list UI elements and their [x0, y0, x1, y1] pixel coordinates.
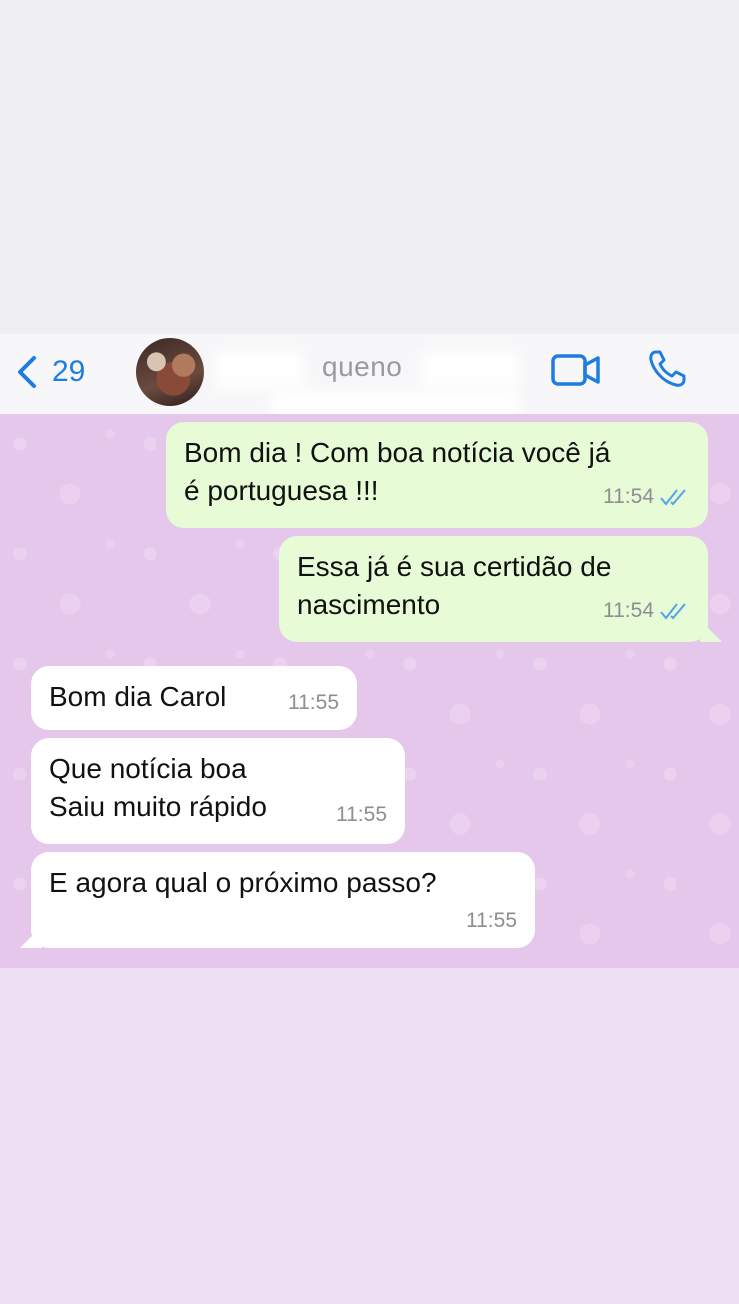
incoming-message[interactable]: E agora qual o próximo passo? 11:55 — [31, 852, 535, 948]
unread-count: 29 — [52, 355, 86, 388]
read-ticks-icon — [660, 489, 686, 506]
message-time-status: 11:54 — [603, 592, 690, 630]
incoming-message[interactable]: Bom dia Carol 11:55 — [31, 666, 357, 730]
bubble-tail — [700, 620, 722, 642]
message-time-status: 11:54 — [603, 478, 690, 516]
redaction-blur — [214, 350, 304, 390]
back-chevron-icon — [18, 356, 36, 388]
message-time: 11:55 — [336, 803, 387, 826]
video-call-icon[interactable] — [550, 352, 602, 388]
message-time: 11:54 — [603, 485, 654, 508]
read-ticks-icon — [660, 603, 686, 620]
incoming-message[interactable]: Que notícia boa Saiu muito rápido 11:55 — [31, 738, 405, 844]
outgoing-message[interactable]: Bom dia ! Com boa notícia você já é port… — [166, 422, 708, 528]
message-time: 11:55 — [466, 909, 517, 932]
chat-messages-area[interactable]: Bom dia ! Com boa notícia você já é port… — [0, 414, 739, 968]
message-text: E agora qual o próximo passo? — [49, 867, 437, 898]
outgoing-message[interactable]: Essa já é sua certidão de nascimento 11:… — [279, 536, 708, 642]
contact-name[interactable]: queno — [322, 351, 402, 383]
message-time: 11:55 — [288, 691, 339, 714]
phone-call-icon[interactable] — [646, 348, 688, 390]
story-top-padding — [0, 0, 739, 334]
back-button[interactable]: 29 — [14, 352, 85, 392]
message-time: 11:54 — [603, 599, 654, 622]
story-bottom-padding — [0, 968, 739, 1304]
contact-avatar[interactable] — [136, 338, 204, 406]
redaction-blur — [420, 350, 520, 390]
